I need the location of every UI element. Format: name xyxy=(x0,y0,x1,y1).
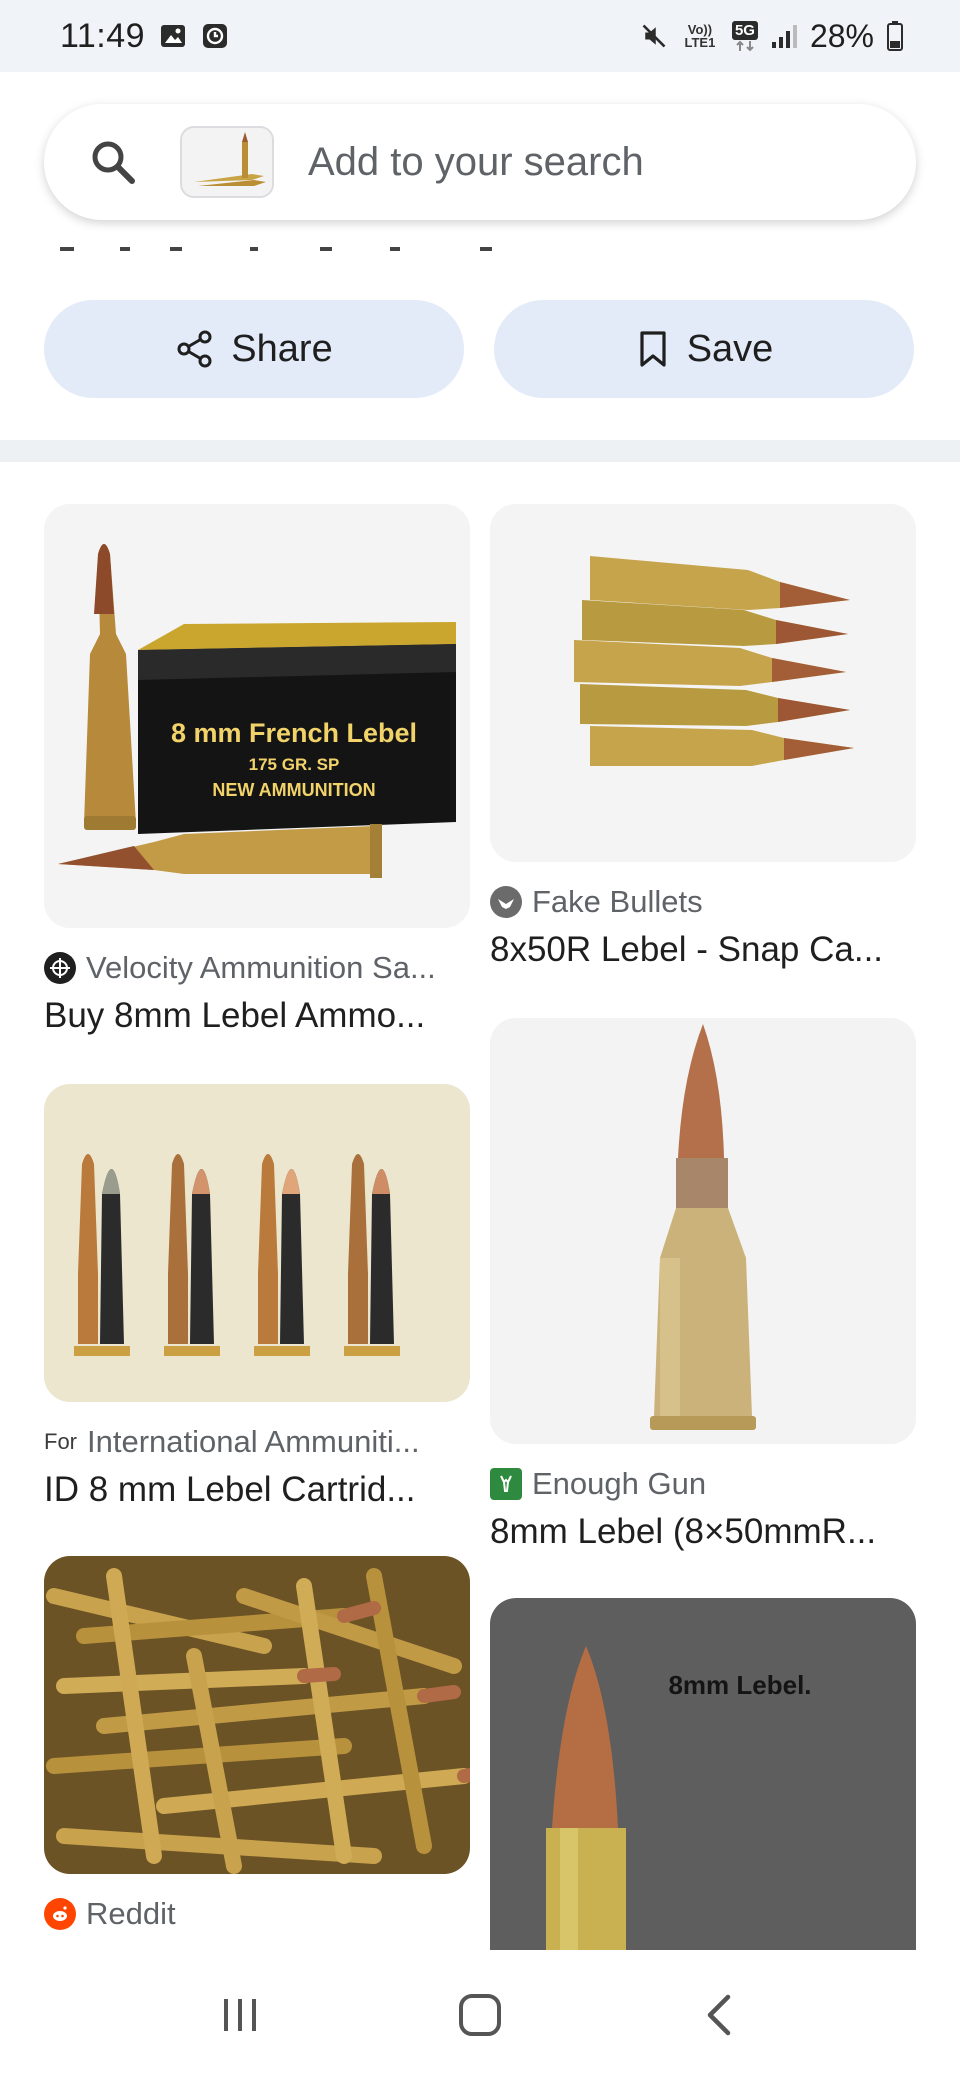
result-image[interactable] xyxy=(44,1556,470,1874)
box-label-main: 8 mm French Lebel xyxy=(171,718,417,748)
deer-icon xyxy=(490,1468,522,1500)
signal-icon xyxy=(770,22,798,50)
image-icon xyxy=(159,22,187,50)
network-volte-label: Vo)) LTE1 xyxy=(684,22,716,50)
share-button[interactable]: Share xyxy=(44,300,464,398)
share-icon xyxy=(175,329,215,369)
clock-icon xyxy=(201,22,229,50)
result-image[interactable]: 8 mm French Lebel 175 GR. SP NEW AMMUNIT… xyxy=(44,504,470,928)
search-input[interactable]: Add to your search xyxy=(308,140,644,185)
box-label-sub: 175 GR. SP xyxy=(249,755,340,774)
box-label-note: NEW AMMUNITION xyxy=(212,780,375,800)
search-icon[interactable] xyxy=(88,137,138,187)
result-card[interactable]: 8 mm French Lebel 175 GR. SP NEW AMMUNIT… xyxy=(44,504,470,1036)
result-card[interactable]: For International Ammuniti... ID 8 mm Le… xyxy=(44,1084,470,1510)
result-image[interactable] xyxy=(44,1084,470,1402)
result-image[interactable]: 8mm Lebel. xyxy=(490,1598,916,1950)
result-image[interactable] xyxy=(490,1018,916,1444)
result-source-name: Enough Gun xyxy=(532,1466,707,1501)
status-bar: 11:49 Vo)) LTE1 5G 28% xyxy=(0,0,960,72)
result-source[interactable]: Velocity Ammunition Sa... xyxy=(44,950,470,986)
battery-icon xyxy=(886,21,904,51)
crosshair-icon xyxy=(44,952,76,984)
home-icon[interactable] xyxy=(435,1975,525,2055)
network-gen-label: 5G xyxy=(731,20,758,52)
share-label: Share xyxy=(231,327,333,370)
bookmark-icon xyxy=(635,329,671,369)
section-divider xyxy=(0,440,960,462)
result-title[interactable]: ID 8 mm Lebel Cartrid... xyxy=(44,1470,470,1510)
result-source-name: Reddit xyxy=(86,1896,176,1931)
result-source[interactable]: Enough Gun xyxy=(490,1466,916,1502)
result-source-prefix: For xyxy=(44,1429,77,1454)
result-source-name: Fake Bullets xyxy=(532,884,703,919)
result-card[interactable]: Reddit xyxy=(44,1556,470,1956)
result-source[interactable]: Reddit xyxy=(44,1896,470,1932)
result-source-name: Velocity Ammunition Sa... xyxy=(86,950,436,985)
result-source[interactable]: For International Ammuniti... xyxy=(44,1424,470,1460)
eagle-icon xyxy=(490,886,522,918)
navigation-bar xyxy=(0,1950,960,2080)
result-card[interactable]: Enough Gun 8mm Lebel (8×50mmR... xyxy=(490,1018,916,1552)
image-caption-text: 8mm Lebel. xyxy=(668,1670,811,1700)
status-time: 11:49 xyxy=(60,16,146,55)
result-card[interactable]: Fake Bullets 8x50R Lebel - Snap Ca... xyxy=(490,504,916,970)
result-source[interactable]: Fake Bullets xyxy=(490,884,916,920)
search-image-thumbnail[interactable] xyxy=(180,126,274,198)
result-title[interactable]: 8x50R Lebel - Snap Ca... xyxy=(490,930,916,970)
reddit-icon xyxy=(44,1898,76,1930)
back-icon[interactable] xyxy=(675,1975,765,2055)
search-bar[interactable]: Add to your search xyxy=(44,104,916,220)
recents-icon[interactable] xyxy=(195,1975,285,2055)
result-source-name: International Ammuniti... xyxy=(87,1424,420,1459)
save-label: Save xyxy=(686,327,774,370)
result-title[interactable]: 8mm Lebel (8×50mmR... xyxy=(490,1512,916,1552)
save-button[interactable]: Save xyxy=(494,300,914,398)
clipped-text-fragment xyxy=(60,244,520,254)
result-card[interactable]: 8mm Lebel. xyxy=(490,1598,916,1950)
mute-icon xyxy=(640,22,668,50)
result-title[interactable]: Buy 8mm Lebel Ammo... xyxy=(44,996,470,1036)
result-image[interactable] xyxy=(490,504,916,862)
battery-percent: 28% xyxy=(809,17,874,54)
